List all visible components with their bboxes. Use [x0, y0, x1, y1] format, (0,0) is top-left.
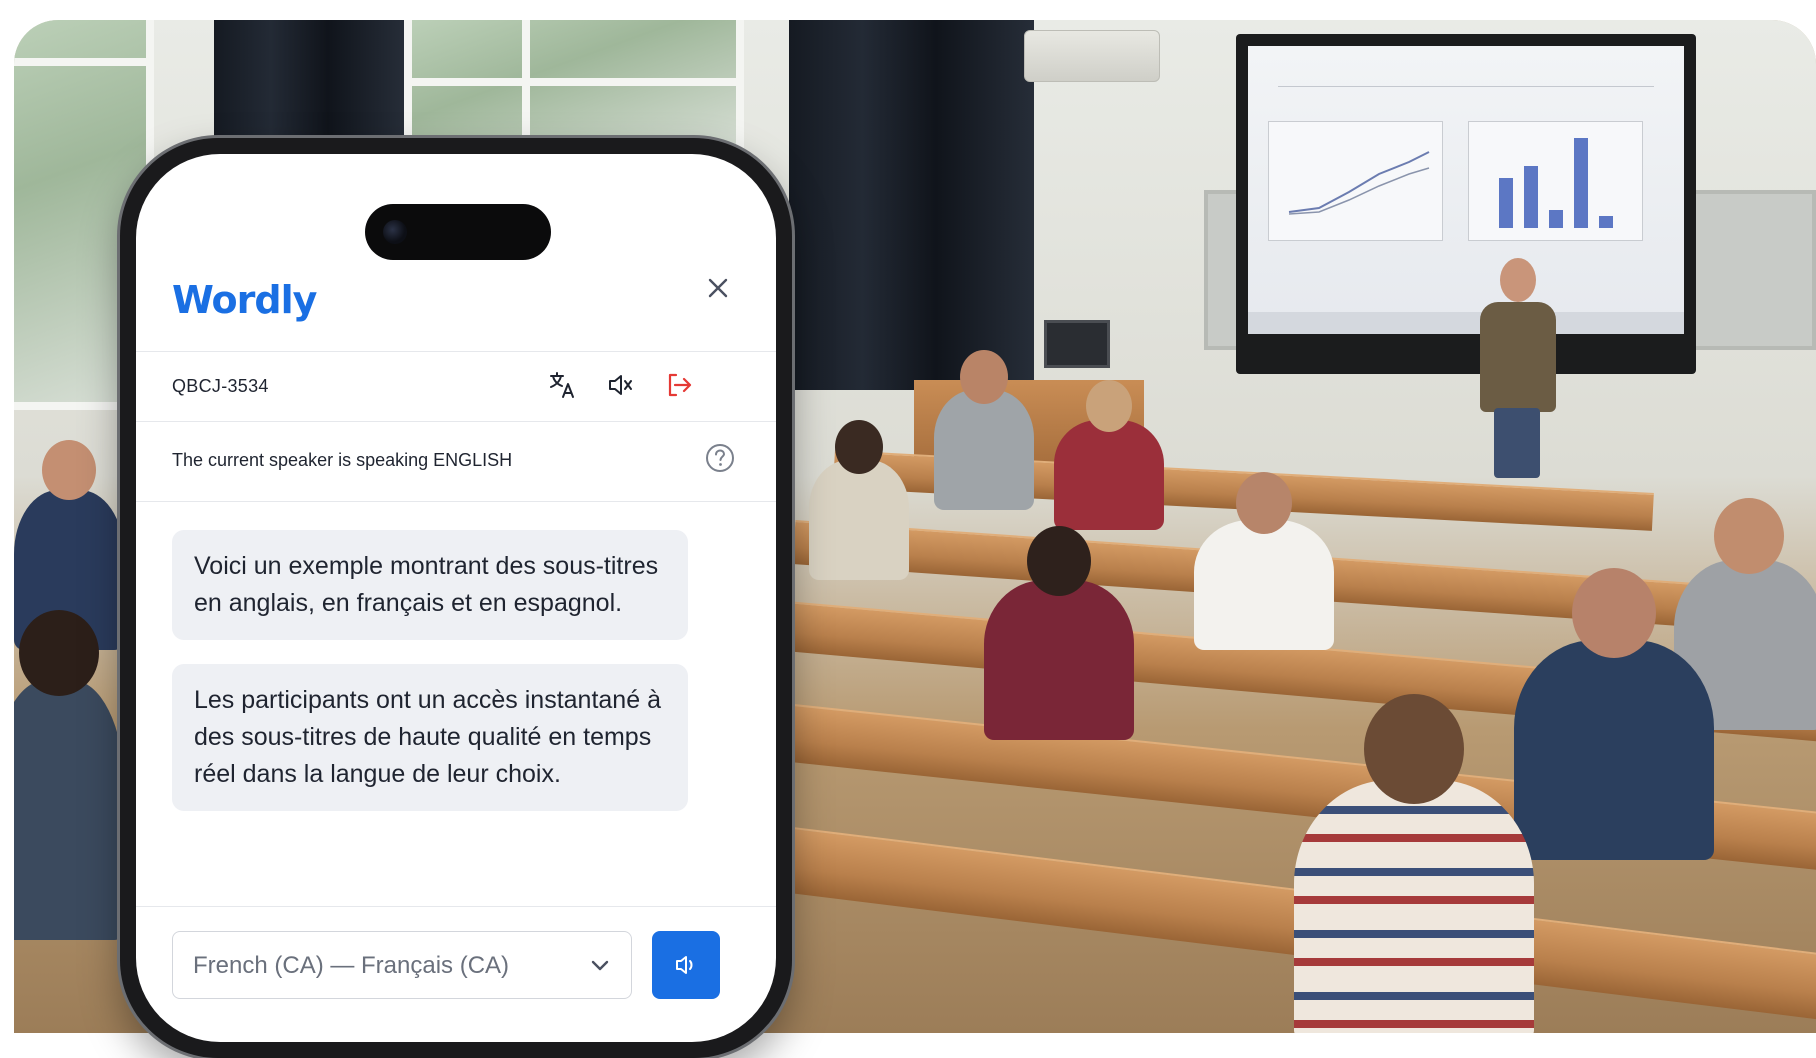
phone-frame: Wordly QBCJ-3534 The current speaker is … — [120, 138, 792, 1058]
translate-button[interactable] — [546, 368, 580, 402]
transcript-message: Voici un exemple montrant des sous-titre… — [172, 530, 688, 640]
student — [934, 350, 1034, 510]
help-button[interactable] — [704, 442, 736, 474]
session-toolbar: QBCJ-3534 — [136, 352, 776, 422]
chevron-down-icon — [591, 960, 609, 971]
language-bar: French (CA) — Français (CA) — [136, 906, 776, 1042]
student — [809, 420, 909, 580]
help-icon — [706, 444, 734, 472]
mute-icon — [609, 375, 632, 395]
curtain-right — [789, 20, 1034, 390]
session-code: QBCJ-3534 — [172, 376, 269, 396]
transcript-message: Les participants ont un accès instantané… — [172, 664, 688, 811]
speaker-status-text: The current speaker is speaking ENGLISH — [172, 450, 513, 470]
speaker-status-bar: The current speaker is speaking ENGLISH — [136, 422, 776, 502]
exit-button[interactable] — [662, 368, 696, 402]
student — [1294, 694, 1534, 1033]
mute-button[interactable] — [604, 368, 638, 402]
translate-icon — [550, 372, 574, 398]
speaker-icon — [676, 956, 693, 974]
language-select-value: French (CA) — Français (CA) — [193, 952, 510, 979]
audio-button[interactable] — [652, 931, 720, 999]
wordly-logo: Wordly — [172, 278, 317, 322]
transcript-list: Voici un exemple montrant des sous-titre… — [172, 530, 688, 835]
exit-icon — [668, 373, 692, 397]
air-conditioner — [1024, 30, 1160, 82]
student — [984, 526, 1134, 740]
student — [1514, 568, 1714, 860]
phone-screen: Wordly QBCJ-3534 The current speaker is … — [136, 154, 776, 1042]
student — [1054, 380, 1164, 530]
student — [1194, 472, 1334, 650]
monitor — [1044, 320, 1110, 368]
close-icon — [708, 278, 728, 298]
projector-screen — [1236, 34, 1696, 374]
close-button[interactable] — [700, 270, 736, 306]
app-header: Wordly — [136, 238, 776, 352]
language-select[interactable]: French (CA) — Français (CA) — [172, 931, 632, 999]
slide — [1248, 46, 1684, 334]
student — [14, 610, 124, 940]
slide-bar-chart — [1468, 121, 1643, 241]
lecturer — [1474, 258, 1560, 478]
slide-line-chart — [1268, 121, 1443, 241]
